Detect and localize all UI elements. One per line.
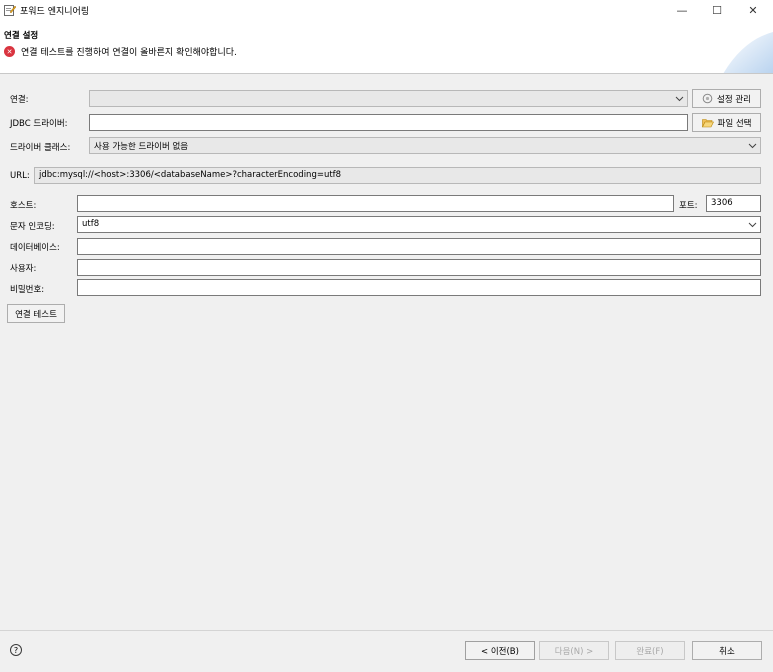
jdbc-driver-input[interactable] bbox=[89, 114, 688, 131]
password-label: 비밀번호: bbox=[10, 285, 45, 295]
database-input[interactable] bbox=[77, 238, 761, 255]
driver-class-select[interactable]: 사용 가능한 드라이버 없음 bbox=[89, 137, 761, 154]
manage-settings-button[interactable]: 설정 관리 bbox=[692, 89, 761, 108]
minimize-icon: — bbox=[676, 3, 688, 17]
chevron-down-icon bbox=[748, 143, 757, 149]
port-label: 포트: bbox=[679, 201, 698, 211]
cancel-button[interactable]: 취소 bbox=[692, 641, 762, 660]
footer-divider bbox=[0, 630, 773, 631]
help-icon[interactable]: ? bbox=[10, 644, 22, 656]
chevron-down-icon bbox=[675, 96, 684, 102]
header-decoration-icon bbox=[723, 32, 773, 73]
file-select-button[interactable]: 파일 선택 bbox=[692, 113, 761, 132]
database-label: 데이터베이스: bbox=[10, 243, 60, 253]
chevron-down-icon bbox=[748, 222, 757, 228]
next-button[interactable]: 다음(N) > bbox=[539, 641, 609, 660]
password-input[interactable] bbox=[77, 279, 761, 296]
page-title: 연결 설정 bbox=[4, 31, 39, 41]
port-input[interactable]: 3306 bbox=[706, 195, 761, 212]
user-input[interactable] bbox=[77, 259, 761, 276]
host-label: 호스트: bbox=[10, 201, 37, 211]
maximize-button[interactable]: ☐ bbox=[701, 0, 733, 20]
title-bar: 포워드 엔지니어링 — ☐ ✕ bbox=[0, 0, 773, 20]
driver-class-label: 드라이버 클래스: bbox=[10, 143, 71, 153]
encoding-label: 문자 인코딩: bbox=[10, 222, 55, 232]
close-icon: ✕ bbox=[748, 3, 758, 17]
forward-engineering-dialog: 포워드 엔지니어링 — ☐ ✕ 연결 설정 ✕ 연결 테스트를 진행하여 연결이… bbox=[0, 0, 773, 672]
connection-label: 연결: bbox=[10, 95, 29, 105]
minimize-button[interactable]: — bbox=[666, 0, 698, 20]
jdbc-driver-label: JDBC 드라이버: bbox=[10, 119, 68, 129]
connection-select[interactable] bbox=[89, 90, 688, 107]
close-button[interactable]: ✕ bbox=[737, 0, 769, 20]
forward-engineering-app-icon bbox=[4, 5, 16, 16]
error-message-text: 연결 테스트를 진행하여 연결이 올바른지 확인해야합니다. bbox=[21, 48, 237, 58]
error-icon: ✕ bbox=[4, 46, 15, 57]
host-input[interactable] bbox=[77, 195, 674, 212]
test-connection-button[interactable]: 연결 테스트 bbox=[7, 304, 65, 323]
window-title: 포워드 엔지니어링 bbox=[20, 7, 90, 17]
back-button[interactable]: < 이전(B) bbox=[465, 641, 535, 660]
user-label: 사용자: bbox=[10, 264, 37, 274]
dialog-header: 연결 설정 ✕ 연결 테스트를 진행하여 연결이 올바른지 확인해야합니다. bbox=[0, 20, 773, 74]
gear-icon bbox=[702, 93, 713, 104]
encoding-select[interactable]: utf8 bbox=[77, 216, 761, 233]
url-label: URL: bbox=[10, 171, 30, 181]
error-message: ✕ 연결 테스트를 진행하여 연결이 올바른지 확인해야합니다. bbox=[4, 45, 237, 58]
finish-button[interactable]: 완료(F) bbox=[615, 641, 685, 660]
maximize-icon: ☐ bbox=[712, 3, 722, 17]
folder-open-icon bbox=[701, 118, 714, 127]
url-field[interactable]: jdbc:mysql://<host>:3306/<databaseName>?… bbox=[34, 167, 761, 184]
